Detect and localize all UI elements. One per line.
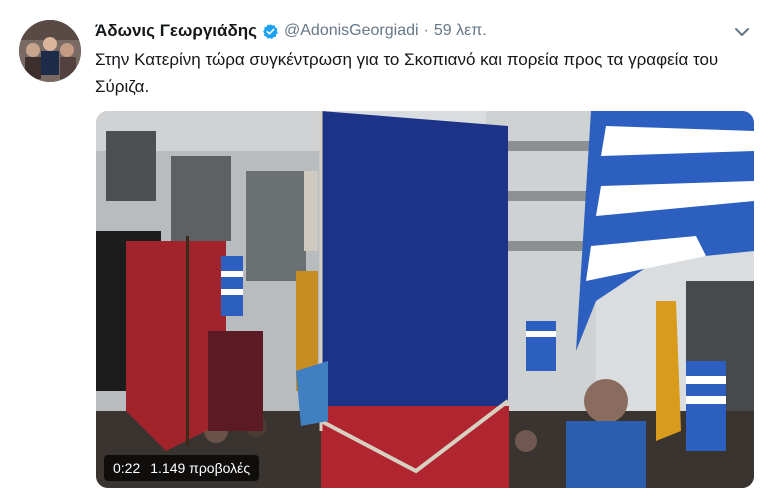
tweet-text: Στην Κατερίνη τώρα συγκέντρωση για το Σκ… xyxy=(95,50,719,96)
handle[interactable]: @AdonisGeorgiadi xyxy=(284,22,419,40)
avatar[interactable] xyxy=(19,20,81,82)
video-thumbnail xyxy=(96,111,754,488)
video-duration: 0:22 xyxy=(113,460,141,476)
tweet: Άδωνις Γεωργιάδης @AdonisGeorgiadi · 59 … xyxy=(0,0,770,502)
verified-badge-icon xyxy=(262,23,279,40)
video-views: 1.149 προβολές xyxy=(150,460,251,476)
video-info-overlay: 0:22 1.149 προβολές xyxy=(104,455,260,481)
chevron-down-icon[interactable] xyxy=(731,24,753,40)
timestamp[interactable]: 59 λεπ. xyxy=(434,22,487,40)
display-name[interactable]: Άδωνις Γεωργιάδης xyxy=(95,21,257,41)
video-player[interactable]: 0:22 1.149 προβολές xyxy=(96,111,754,488)
tweet-header: Άδωνις Γεωργιάδης @AdonisGeorgiadi · 59 … xyxy=(95,19,487,43)
separator-dot: · xyxy=(423,22,429,39)
